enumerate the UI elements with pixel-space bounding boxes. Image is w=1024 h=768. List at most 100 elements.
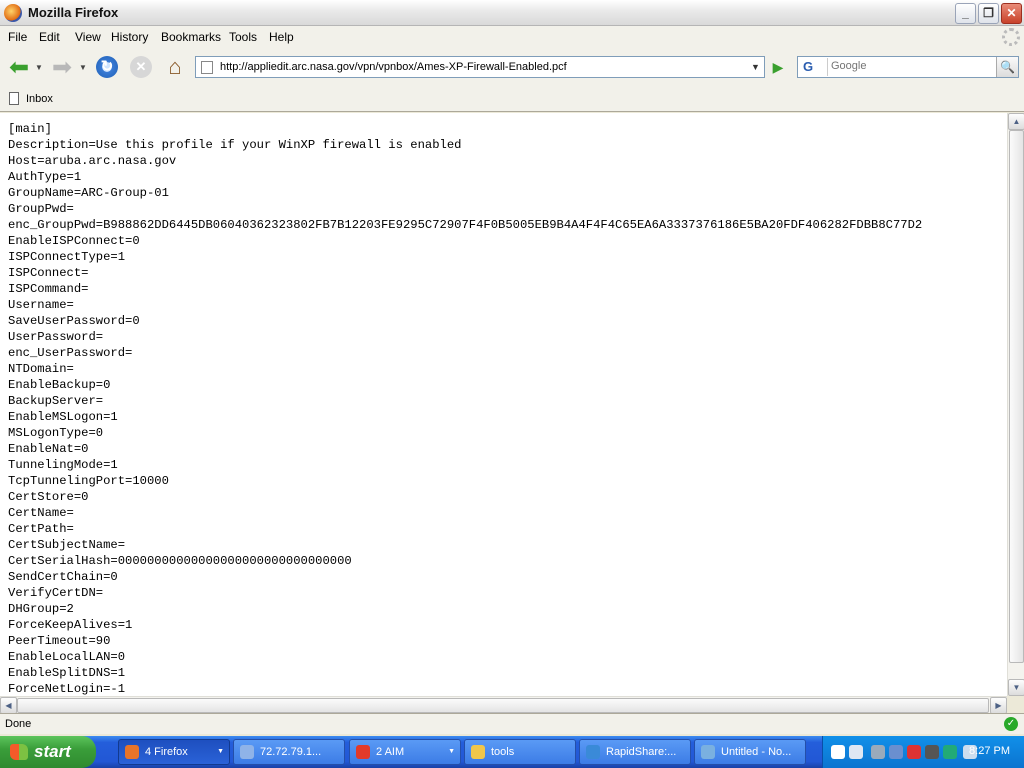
home-icon: ⌂ — [168, 54, 182, 79]
forward-button[interactable]: ➡ — [47, 53, 77, 81]
task-label: Untitled - No... — [721, 746, 792, 758]
file-line: ForceKeepAlives=1 — [8, 618, 133, 632]
menu-tools[interactable]: Tools — [229, 30, 257, 44]
page-icon — [201, 61, 213, 74]
reload-button[interactable]: ↻ — [94, 53, 120, 81]
taskbar-button[interactable]: RapidShare:... — [579, 739, 691, 765]
minimize-button[interactable]: _ — [955, 3, 976, 24]
url-bar[interactable]: http://appliedit.arc.nasa.gov/vpn/vpnbox… — [195, 56, 765, 78]
reload-icon: ↻ — [96, 56, 118, 78]
stop-button[interactable]: ✕ — [128, 53, 154, 81]
file-line: EnableLocalLAN=0 — [8, 650, 126, 664]
network-tray-icon[interactable] — [849, 745, 863, 759]
speaker-tray-icon[interactable] — [889, 745, 903, 759]
bookmark-inbox[interactable]: Inbox — [26, 93, 53, 105]
menu-bookmarks[interactable]: Bookmarks — [161, 30, 221, 44]
start-label: start — [34, 742, 71, 761]
close-button[interactable]: ✕ — [1001, 3, 1022, 24]
bookmark-page-icon — [9, 92, 19, 105]
taskbar-button[interactable]: 4 Firefox ▼ — [118, 739, 230, 765]
vertical-scrollbar[interactable]: ▲ ▼ — [1007, 113, 1024, 696]
file-line: ForceNetLogin=-1 — [8, 682, 126, 696]
vertical-scroll-thumb[interactable] — [1009, 130, 1024, 663]
clock[interactable]: 8:27 PM — [969, 745, 1010, 757]
task-label: RapidShare:... — [606, 746, 677, 758]
back-button[interactable]: ⬅ — [4, 53, 34, 81]
file-line: TunnelingMode=1 — [8, 458, 118, 472]
back-tray-icon[interactable] — [871, 745, 885, 759]
menu-view[interactable]: View — [75, 30, 101, 44]
file-line: GroupName=ARC-Group-01 — [8, 186, 169, 200]
forward-history-dropdown[interactable]: ▼ — [78, 53, 88, 81]
window-title: Mozilla Firefox — [28, 5, 119, 20]
search-bar[interactable]: G 🔍 — [797, 56, 1019, 78]
horizontal-scrollbar[interactable]: ◀ ▶ — [0, 696, 1007, 714]
file-line: EnableSplitDNS=1 — [8, 666, 126, 680]
menu-history[interactable]: History — [111, 30, 148, 44]
navigation-toolbar: ⬅ ▼ ➡ ▼ ↻ ✕ ⌂ http://appliedit.arc.nasa.… — [0, 48, 1024, 86]
search-button[interactable]: 🔍 — [996, 57, 1018, 77]
scroll-down-button[interactable]: ▼ — [1008, 679, 1024, 696]
magnifier-icon: 🔍 — [1000, 60, 1015, 74]
file-line: MSLogonType=0 — [8, 426, 104, 440]
go-button[interactable]: ▶ — [768, 57, 788, 77]
scrollbar-corner — [1007, 696, 1024, 713]
scroll-up-button[interactable]: ▲ — [1008, 113, 1024, 130]
status-text: Done — [5, 718, 32, 730]
scroll-left-button[interactable]: ◀ — [0, 697, 17, 714]
pcf-file-text: [main] Description=Use this profile if yo… — [8, 121, 922, 696]
file-line: AuthType=1 — [8, 170, 82, 184]
file-line: EnableNat=0 — [8, 442, 89, 456]
security-ok-icon[interactable]: ✓ — [1004, 717, 1018, 731]
messenger-tray-icon[interactable] — [943, 745, 957, 759]
file-line: enc_UserPassword= — [8, 346, 133, 360]
windows-logo-icon — [10, 744, 28, 760]
bookmarks-toolbar: Inbox — [0, 86, 1024, 112]
url-text[interactable]: http://appliedit.arc.nasa.gov/vpn/vpnbox… — [220, 61, 567, 73]
task-label: tools — [491, 746, 515, 758]
file-line: CertSubjectName= — [8, 538, 126, 552]
file-line: ISPConnectType=1 — [8, 250, 126, 264]
file-line: Host=aruba.arc.nasa.gov — [8, 154, 177, 168]
file-line: DHGroup=2 — [8, 602, 74, 616]
file-line: CertStore=0 — [8, 490, 89, 504]
task-app-icon — [701, 745, 715, 759]
file-line: ISPConnect= — [8, 266, 89, 280]
menu-edit[interactable]: Edit — [39, 30, 60, 44]
maximize-button[interactable]: ❐ — [978, 3, 999, 24]
search-input[interactable] — [831, 60, 991, 72]
start-button[interactable]: start — [0, 736, 96, 768]
page-content: [main] Description=Use this profile if yo… — [0, 113, 1007, 696]
horizontal-scroll-thumb[interactable] — [17, 698, 989, 713]
file-line: Description=Use this profile if your Win… — [8, 138, 462, 152]
scroll-right-button[interactable]: ▶ — [990, 697, 1007, 714]
taskbar-button[interactable]: tools — [464, 739, 576, 765]
menu-file[interactable]: File — [8, 30, 27, 44]
file-line: CertSerialHash=0000000000000000000000000… — [8, 554, 352, 568]
task-app-icon — [125, 745, 139, 759]
antivirus-tray-icon[interactable] — [925, 745, 939, 759]
menu-bar: File Edit View History Bookmarks Tools H… — [0, 26, 1024, 48]
file-line: EnableBackup=0 — [8, 378, 111, 392]
taskbar-button[interactable]: 72.72.79.1... — [233, 739, 345, 765]
file-line: Username= — [8, 298, 74, 312]
aim-tray-icon[interactable] — [907, 745, 921, 759]
home-button[interactable]: ⌂ — [161, 53, 189, 81]
file-line: ISPCommand= — [8, 282, 89, 296]
taskbar-button[interactable]: 2 AIM ▼ — [349, 739, 461, 765]
back-history-dropdown[interactable]: ▼ — [34, 53, 44, 81]
task-group-dropdown-icon: ▼ — [448, 748, 455, 755]
help-tray-icon[interactable] — [831, 745, 845, 759]
file-line: EnableISPConnect=0 — [8, 234, 140, 248]
task-label: 4 Firefox — [145, 746, 188, 758]
taskbar-button[interactable]: Untitled - No... — [694, 739, 806, 765]
taskbar: start 4 Firefox ▼ 72.72.79.1... 2 AIM ▼ tools… — [0, 736, 1024, 768]
file-line: EnableMSLogon=1 — [8, 410, 118, 424]
url-history-dropdown[interactable]: ▼ — [747, 57, 764, 77]
file-line: SaveUserPassword=0 — [8, 314, 140, 328]
task-app-icon — [240, 745, 254, 759]
file-line: CertPath= — [8, 522, 74, 536]
task-group-dropdown-icon: ▼ — [217, 748, 224, 755]
search-engine-icon[interactable]: G — [800, 58, 828, 76]
menu-help[interactable]: Help — [269, 30, 294, 44]
